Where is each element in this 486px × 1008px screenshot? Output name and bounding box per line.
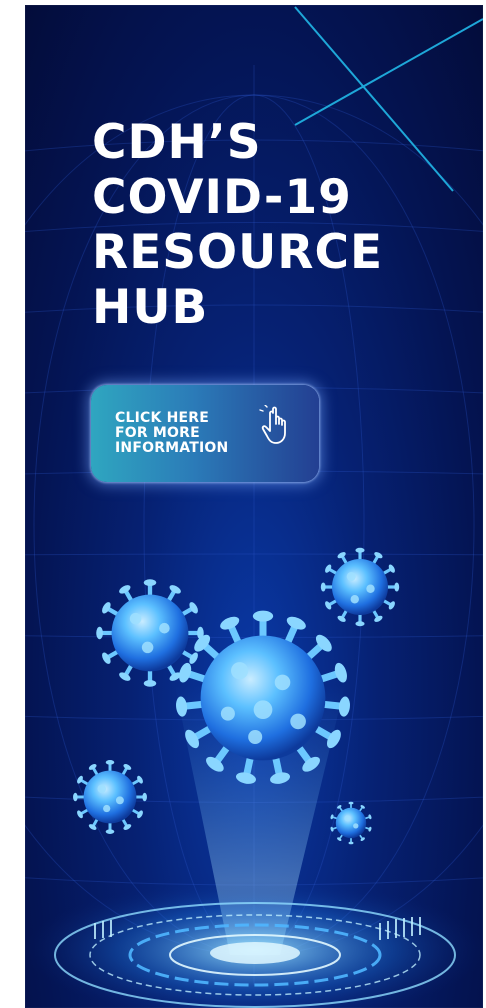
- pointing-hand-icon: [259, 405, 286, 444]
- more-information-button-label: CLICK HERE FOR MORE INFORMATION: [115, 411, 228, 456]
- cta-line-1: CLICK HERE: [115, 410, 210, 426]
- title-line-2: COVID-19: [92, 170, 352, 225]
- title-line-1: CDH’S: [92, 115, 262, 170]
- cta-line-2: FOR MORE: [115, 425, 200, 441]
- virus-top-right: [321, 548, 399, 626]
- cta-line-3: INFORMATION: [115, 440, 229, 456]
- covid-resource-hub-banner[interactable]: CDH’S COVID-19 RESOURCE HUB CLICK HERE F…: [25, 5, 483, 1008]
- title-line-4: HUB: [92, 280, 209, 335]
- page: CDH’S COVID-19 RESOURCE HUB CLICK HERE F…: [0, 0, 486, 1008]
- more-information-button[interactable]: CLICK HERE FOR MORE INFORMATION: [91, 385, 319, 482]
- title-line-3: RESOURCE: [92, 225, 384, 280]
- virus-bottom-left: [73, 760, 147, 834]
- banner-title: CDH’S COVID-19 RESOURCE HUB: [92, 115, 432, 335]
